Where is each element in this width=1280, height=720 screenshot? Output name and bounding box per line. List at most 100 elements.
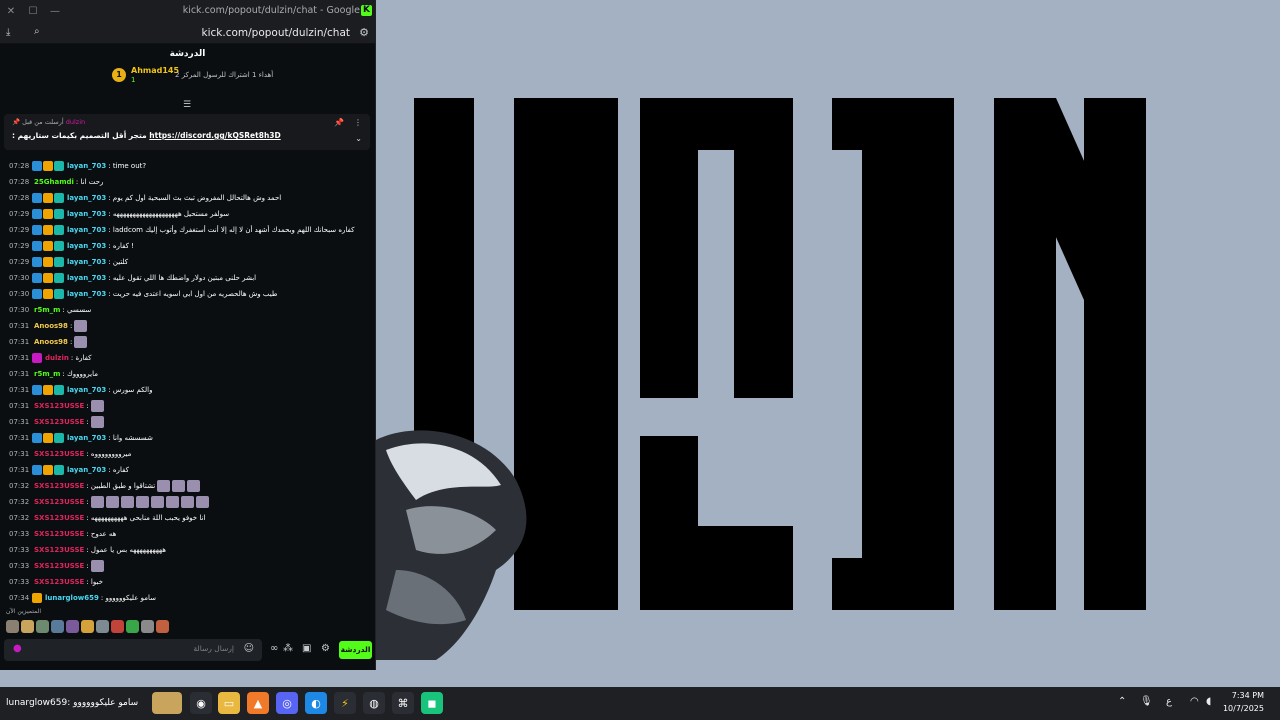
chat-message[interactable]: 07:31 Anoos98: [0, 334, 375, 350]
message-username[interactable]: SXS123USSE [34, 514, 84, 522]
message-username[interactable]: layan_703 [67, 226, 106, 234]
chat-message[interactable]: 07:31 SXS123USSE: [0, 398, 375, 414]
chat-message[interactable]: 07:31 layan_703: شسسشه وانا [0, 430, 375, 446]
network-app-icon[interactable]: ⌘ [392, 692, 414, 714]
chat-message[interactable]: 07:28 layan_703: time out? [0, 158, 375, 174]
zoom-icon[interactable]: ⌕ [34, 26, 40, 37]
message-username[interactable]: layan_703 [67, 258, 106, 266]
quick-emote-icon[interactable] [111, 620, 124, 633]
message-username[interactable]: layan_703 [67, 242, 106, 250]
clock-date[interactable]: 10/7/2025 [1223, 704, 1264, 713]
message-username[interactable]: SXS123USSE [34, 578, 84, 586]
message-username[interactable]: layan_703 [67, 290, 106, 298]
message-username[interactable]: layan_703 [67, 194, 106, 202]
message-username[interactable]: layan_703 [67, 466, 106, 474]
quick-emote-icon[interactable] [81, 620, 94, 633]
chat-message[interactable]: 07:32 SXS123USSE: تشتاقوا و طبق الطبين [0, 478, 375, 494]
chat-message[interactable]: 07:33 SXS123USSE: خبوا [0, 574, 375, 590]
kick-app-icon[interactable]: ◼ [421, 692, 443, 714]
chat-message[interactable]: 07:29 layan_703: سولفر مستحيل ههههههههههه… [0, 206, 375, 222]
gift-username[interactable]: Ahmad145 [131, 66, 179, 75]
maximize-window-button[interactable]: ☐ [22, 0, 44, 22]
emoji-icon[interactable]: ☺ [244, 643, 254, 654]
chat-message[interactable]: 07:31 SXS123USSE: ميرووووووووه [0, 446, 375, 462]
quick-emote-icon[interactable] [96, 620, 109, 633]
close-window-button[interactable]: ✕ [0, 0, 22, 22]
chat-message[interactable]: 07:30 layan_703: ابشر حلنى مبتين دولار وا… [0, 270, 375, 286]
chat-message[interactable]: 07:30 layan_703: طيب وش هالحصريه من اول ا… [0, 286, 375, 302]
chrome-icon[interactable]: ◉ [190, 692, 212, 714]
chat-message[interactable]: 07:29 layan_703: laddcom كفاره سبحانك الل… [0, 222, 375, 238]
microphone-tray-icon[interactable]: 🎙 [1140, 696, 1153, 707]
gift-leaderboard[interactable]: 1 Ahmad145 1 أهداء 1 اشتراك للرسول المرك… [0, 64, 375, 92]
message-username[interactable]: 25Ghamdi [34, 178, 74, 186]
chat-message[interactable]: 07:28 layan_703: احمد وش هالتحالل المفروض… [0, 190, 375, 206]
message-username[interactable]: SXS123USSE [34, 530, 84, 538]
chat-message[interactable]: 07:31 layan_703: والكم سورس [0, 382, 375, 398]
download-icon[interactable]: ⤓ [6, 27, 10, 38]
message-username[interactable]: SXS123USSE [34, 450, 84, 458]
chat-send-button[interactable]: الدردشة [339, 641, 372, 659]
quick-emote-icon[interactable] [66, 620, 79, 633]
message-username[interactable]: Anoos98 [34, 322, 68, 330]
message-username[interactable]: lunarglow659 [45, 594, 99, 602]
message-username[interactable]: layan_703 [67, 274, 106, 282]
pinned-link[interactable]: https://discord.gg/kQSRet8h3D [149, 131, 280, 140]
chat-message[interactable]: 07:31 Anoos98: [0, 318, 375, 334]
gift-icon[interactable]: ▣ [302, 643, 311, 654]
quick-emote-icon[interactable] [126, 620, 139, 633]
chat-message[interactable]: 07:32 SXS123USSE: انا خوفو يحبب اللة مناب… [0, 510, 375, 526]
microphone-icon[interactable]: ● [13, 643, 22, 654]
message-username[interactable]: SXS123USSE [34, 498, 84, 506]
chat-message[interactable]: 07:34 lunarglow659: سامو عليكوووووو [0, 590, 375, 606]
message-username[interactable]: r5m_m [34, 370, 60, 378]
chat-message[interactable]: 07:29 layan_703: كلتين [0, 254, 375, 270]
minimize-window-button[interactable]: — [44, 0, 66, 22]
quick-emote-icon[interactable] [36, 620, 49, 633]
quick-emote-icon[interactable] [156, 620, 169, 633]
more-options-icon[interactable]: ⋮ [354, 118, 362, 127]
quick-emote-icon[interactable] [6, 620, 19, 633]
chat-message[interactable]: 07:31 dulzin: كفارة [0, 350, 375, 366]
message-username[interactable]: layan_703 [67, 162, 106, 170]
edge-icon[interactable]: ◐ [305, 692, 327, 714]
clock-time[interactable]: 7:34 PM [1232, 691, 1264, 700]
chat-message[interactable]: 07:33 SXS123USSE: [0, 558, 375, 574]
chat-message[interactable]: 07:31 SXS123USSE: [0, 414, 375, 430]
pause-icon[interactable]: ⁂ [283, 643, 293, 654]
quick-emote-icon[interactable] [141, 620, 154, 633]
infinity-icon[interactable]: ∞ [270, 643, 278, 654]
message-username[interactable]: dulzin [45, 354, 69, 362]
message-username[interactable]: Anoos98 [34, 338, 68, 346]
app-icon[interactable]: ⚡ [334, 692, 356, 714]
chat-message[interactable]: 07:33 SXS123USSE: ههههههههههه بس يا عمول [0, 542, 375, 558]
pin-icon[interactable]: 📌 [334, 118, 344, 127]
url-text[interactable]: kick.com/popout/dulzin/chat [202, 22, 350, 44]
chat-message[interactable]: 07:29 layan_703: كفاره ! [0, 238, 375, 254]
chat-message[interactable]: 07:31 r5m_m: مايرووووك [0, 366, 375, 382]
folder-icon[interactable]: ▭ [218, 692, 240, 714]
message-username[interactable]: SXS123USSE [34, 482, 84, 490]
brave-icon[interactable]: ▲ [247, 692, 269, 714]
message-username[interactable]: layan_703 [67, 386, 106, 394]
chevron-down-icon[interactable]: ⌄ [355, 134, 362, 143]
chevron-up-icon[interactable]: ⌃ [1118, 696, 1126, 707]
message-username[interactable]: SXS123USSE [34, 546, 84, 554]
message-username[interactable]: SXS123USSE [34, 418, 84, 426]
obs-icon[interactable]: ◍ [363, 692, 385, 714]
chat-message[interactable]: 07:30 r5m_m: سسسي [0, 302, 375, 318]
chat-message[interactable]: 07:32 SXS123USSE: [0, 494, 375, 510]
chat-message[interactable]: 07:33 SXS123USSE: هه عدوح [0, 526, 375, 542]
pinned-by-user[interactable]: dulzin [66, 118, 85, 126]
site-settings-icon[interactable]: ⚙ [359, 26, 369, 39]
quick-emote-icon[interactable] [51, 620, 64, 633]
gear-icon[interactable]: ⚙ [321, 643, 330, 654]
taskbar-burger-app-icon[interactable] [152, 692, 182, 714]
collapse-icon[interactable]: ☰ [183, 100, 191, 110]
message-username[interactable]: layan_703 [67, 434, 106, 442]
message-username[interactable]: r5m_m [34, 306, 60, 314]
taskbar-preview-text[interactable]: lunarglow659: سامو عليكوووووو [6, 692, 146, 714]
chat-input[interactable]: ● إرسال رسالة ☺ [4, 639, 262, 661]
chat-message[interactable]: 07:28 25Ghamdi: رحت انا [0, 174, 375, 190]
quick-emote-icon[interactable] [21, 620, 34, 633]
